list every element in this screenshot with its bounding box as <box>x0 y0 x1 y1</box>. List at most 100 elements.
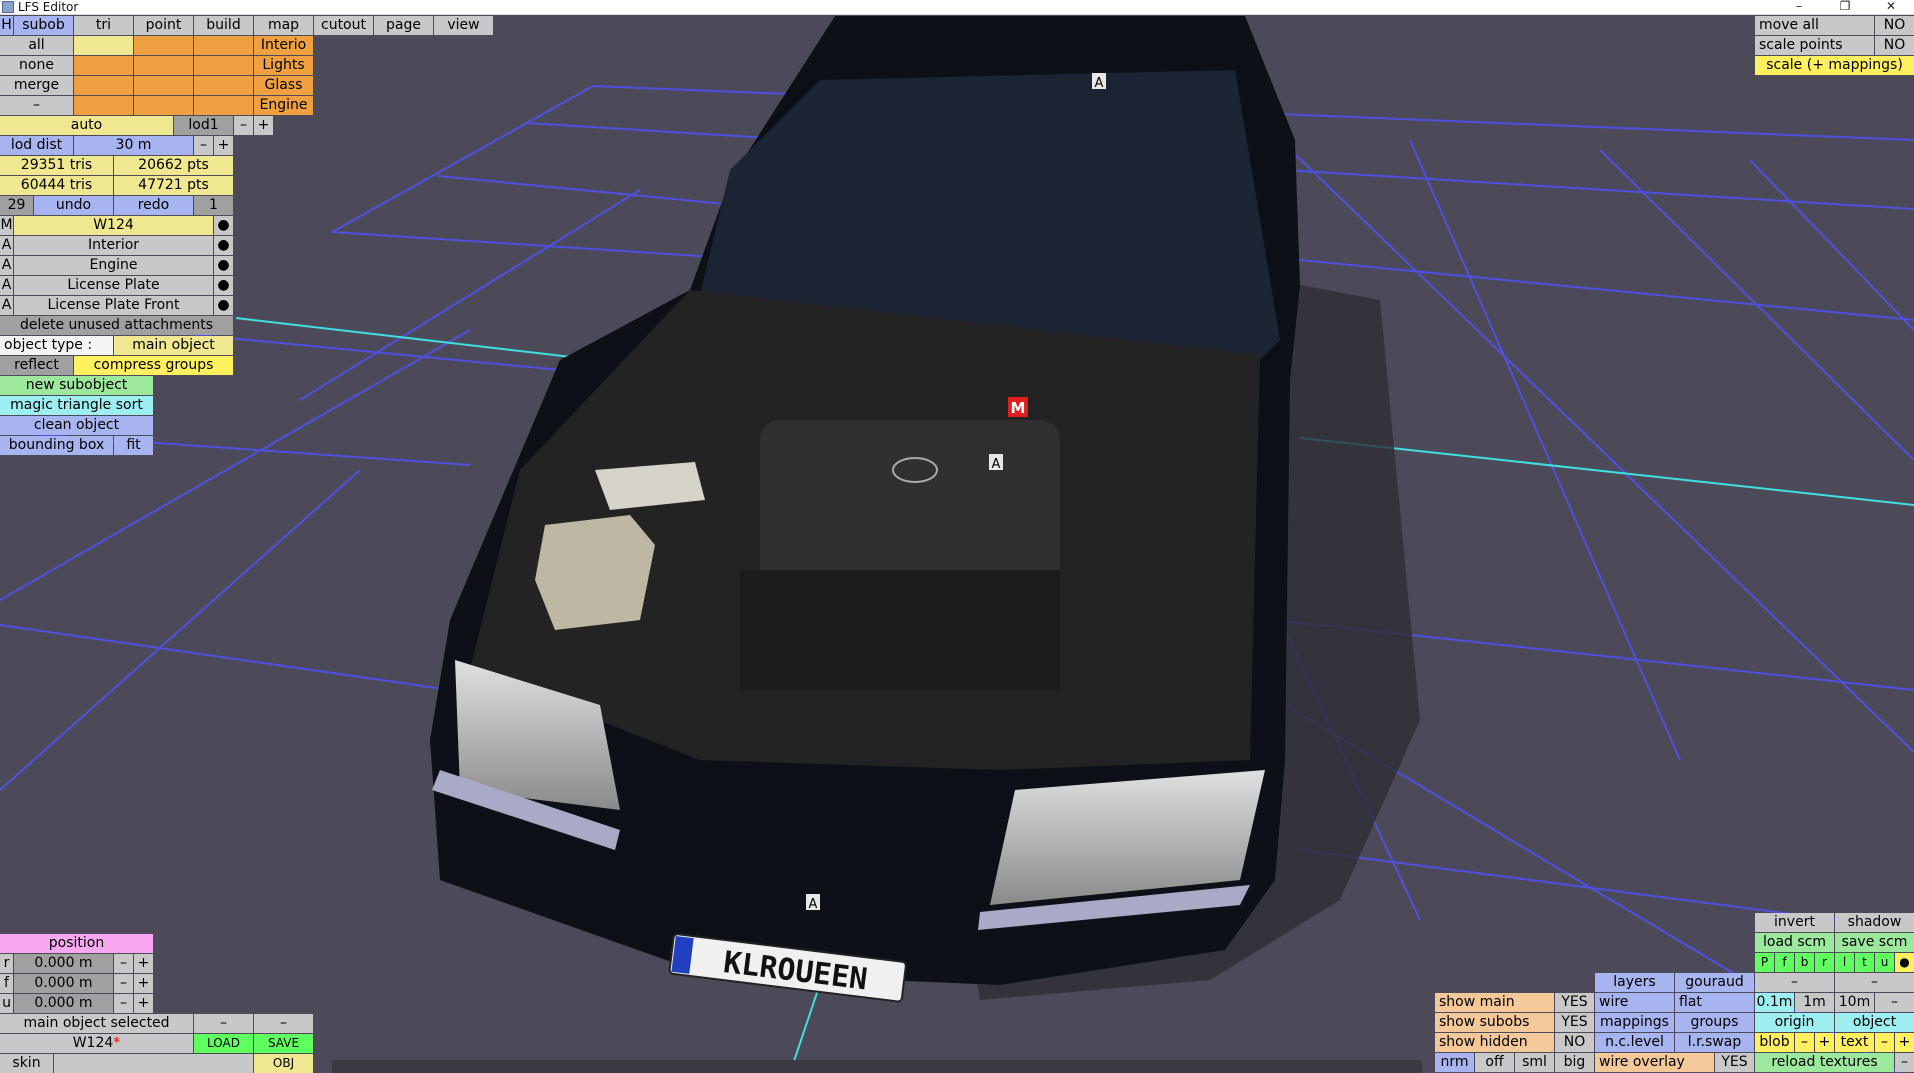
grid-10m-button[interactable]: 10m <box>1835 993 1874 1012</box>
minimize-icon[interactable]: – <box>1776 0 1822 14</box>
obj-export-button[interactable]: OBJ <box>254 1054 313 1073</box>
tab-build[interactable]: build <box>194 16 253 35</box>
object-button[interactable]: object <box>1835 1013 1914 1032</box>
wire-overlay-value[interactable]: YES <box>1715 1053 1754 1072</box>
layer-cell[interactable] <box>134 96 193 115</box>
mappings-button[interactable]: mappings <box>1595 1013 1674 1032</box>
lod-level[interactable]: lod1 <box>174 116 233 135</box>
layer-cell[interactable] <box>74 96 133 115</box>
layer-cell[interactable] <box>194 36 253 55</box>
groups-button[interactable]: groups <box>1675 1013 1754 1032</box>
layer-cell[interactable] <box>74 36 133 55</box>
layer-lights[interactable]: Lights <box>254 56 313 75</box>
select-none-button[interactable]: none <box>0 56 73 75</box>
show-subobs-value[interactable]: YES <box>1555 1013 1594 1032</box>
magic-triangle-sort-button[interactable]: magic triangle sort <box>0 396 153 415</box>
reload-dash-button[interactable]: – <box>1895 1053 1914 1072</box>
lod-dist-value[interactable]: 30 m <box>74 136 193 155</box>
tab-subob[interactable]: subob <box>14 16 73 35</box>
scale-points-value[interactable]: NO <box>1875 36 1914 55</box>
tab-tri[interactable]: tri <box>74 16 133 35</box>
dash-button[interactable]: – <box>254 1014 313 1033</box>
view-r-button[interactable]: r <box>1815 953 1834 972</box>
view-b-button[interactable]: b <box>1795 953 1814 972</box>
reload-textures-button[interactable]: reload textures <box>1755 1053 1894 1072</box>
layer-cell[interactable] <box>134 76 193 95</box>
object-visibility-dot[interactable]: ● <box>214 236 233 255</box>
select-all-button[interactable]: all <box>0 36 73 55</box>
file-name[interactable]: W124* <box>0 1034 193 1053</box>
3d-viewport[interactable]: KLROUEEN M A A A <box>0 15 1914 1073</box>
move-all-value[interactable]: NO <box>1875 16 1914 35</box>
tab-map[interactable]: map <box>254 16 313 35</box>
reflect-button[interactable]: reflect <box>0 356 73 375</box>
view-u-button[interactable]: u <box>1875 953 1894 972</box>
load-scm-button[interactable]: load scm <box>1755 933 1834 952</box>
object-item-license-plate[interactable]: License Plate <box>14 276 213 295</box>
flat-button[interactable]: flat <box>1675 993 1754 1012</box>
clean-object-button[interactable]: clean object <box>0 416 153 435</box>
skin-field[interactable] <box>54 1054 253 1073</box>
lr-swap-button[interactable]: l.r.swap <box>1675 1033 1754 1052</box>
off-button[interactable]: off <box>1475 1053 1514 1072</box>
dash-button[interactable]: – <box>0 96 73 115</box>
show-main-button[interactable]: show main <box>1435 993 1554 1012</box>
layer-cell[interactable] <box>134 56 193 75</box>
object-visibility-dot[interactable]: ● <box>214 296 233 315</box>
text-plus-button[interactable]: + <box>1895 1033 1914 1052</box>
object-visibility-dot[interactable]: ● <box>214 216 233 235</box>
compress-groups-button[interactable]: compress groups <box>74 356 233 375</box>
layer-engine[interactable]: Engine <box>254 96 313 115</box>
tab-page[interactable]: page <box>374 16 433 35</box>
dash-button[interactable]: – <box>1755 973 1834 992</box>
position-u-minus[interactable]: – <box>114 994 133 1013</box>
tab-view[interactable]: view <box>434 16 493 35</box>
position-f-minus[interactable]: – <box>114 974 133 993</box>
nc-level-button[interactable]: n.c.level <box>1595 1033 1674 1052</box>
layer-cell[interactable] <box>74 76 133 95</box>
wire-button[interactable]: wire <box>1595 993 1674 1012</box>
layer-cell[interactable] <box>194 76 253 95</box>
view-l-button[interactable]: l <box>1835 953 1854 972</box>
load-button[interactable]: LOAD <box>194 1034 253 1053</box>
save-button[interactable]: SAVE <box>254 1034 313 1053</box>
layer-cell[interactable] <box>74 56 133 75</box>
wire-overlay-button[interactable]: wire overlay <box>1595 1053 1714 1072</box>
show-main-value[interactable]: YES <box>1555 993 1594 1012</box>
object-item-w124[interactable]: W124 <box>14 216 213 235</box>
maximize-icon[interactable]: ❐ <box>1822 0 1868 14</box>
fit-button[interactable]: fit <box>114 436 153 455</box>
lod-minus-button[interactable]: – <box>234 116 253 135</box>
undo-button[interactable]: undo <box>34 196 113 215</box>
view-t-button[interactable]: t <box>1855 953 1874 972</box>
position-f-field[interactable]: 0.000 m <box>14 974 113 993</box>
text-button[interactable]: text <box>1835 1033 1874 1052</box>
tab-point[interactable]: point <box>134 16 193 35</box>
shadow-button[interactable]: shadow <box>1835 913 1914 932</box>
layer-interio[interactable]: Interio <box>254 36 313 55</box>
position-u-plus[interactable]: + <box>134 994 153 1013</box>
view-f-button[interactable]: f <box>1775 953 1794 972</box>
normal-button[interactable]: nrm <box>1435 1053 1474 1072</box>
dash-button[interactable]: – <box>194 1014 253 1033</box>
lod-dist-minus-button[interactable]: – <box>194 136 213 155</box>
grid-01m-button[interactable]: 0.1m <box>1755 993 1794 1012</box>
view-p-button[interactable]: P <box>1755 953 1774 972</box>
dash-button[interactable]: – <box>1835 973 1914 992</box>
tab-cutout[interactable]: cutout <box>314 16 373 35</box>
big-button[interactable]: big <box>1555 1053 1594 1072</box>
scale-mappings-button[interactable]: scale (+ mappings) <box>1755 56 1914 75</box>
layer-cell[interactable] <box>134 36 193 55</box>
grid-1m-button[interactable]: 1m <box>1795 993 1834 1012</box>
position-r-plus[interactable]: + <box>134 954 153 973</box>
grid-dash-button[interactable]: – <box>1875 993 1914 1012</box>
position-u-field[interactable]: 0.000 m <box>14 994 113 1013</box>
layer-cell[interactable] <box>194 96 253 115</box>
blob-plus-button[interactable]: + <box>1815 1033 1834 1052</box>
redo-button[interactable]: redo <box>114 196 193 215</box>
lod-plus-button[interactable]: + <box>254 116 273 135</box>
move-all-button[interactable]: move all <box>1755 16 1874 35</box>
small-button[interactable]: sml <box>1515 1053 1554 1072</box>
object-visibility-dot[interactable]: ● <box>214 276 233 295</box>
object-visibility-dot[interactable]: ● <box>214 256 233 275</box>
